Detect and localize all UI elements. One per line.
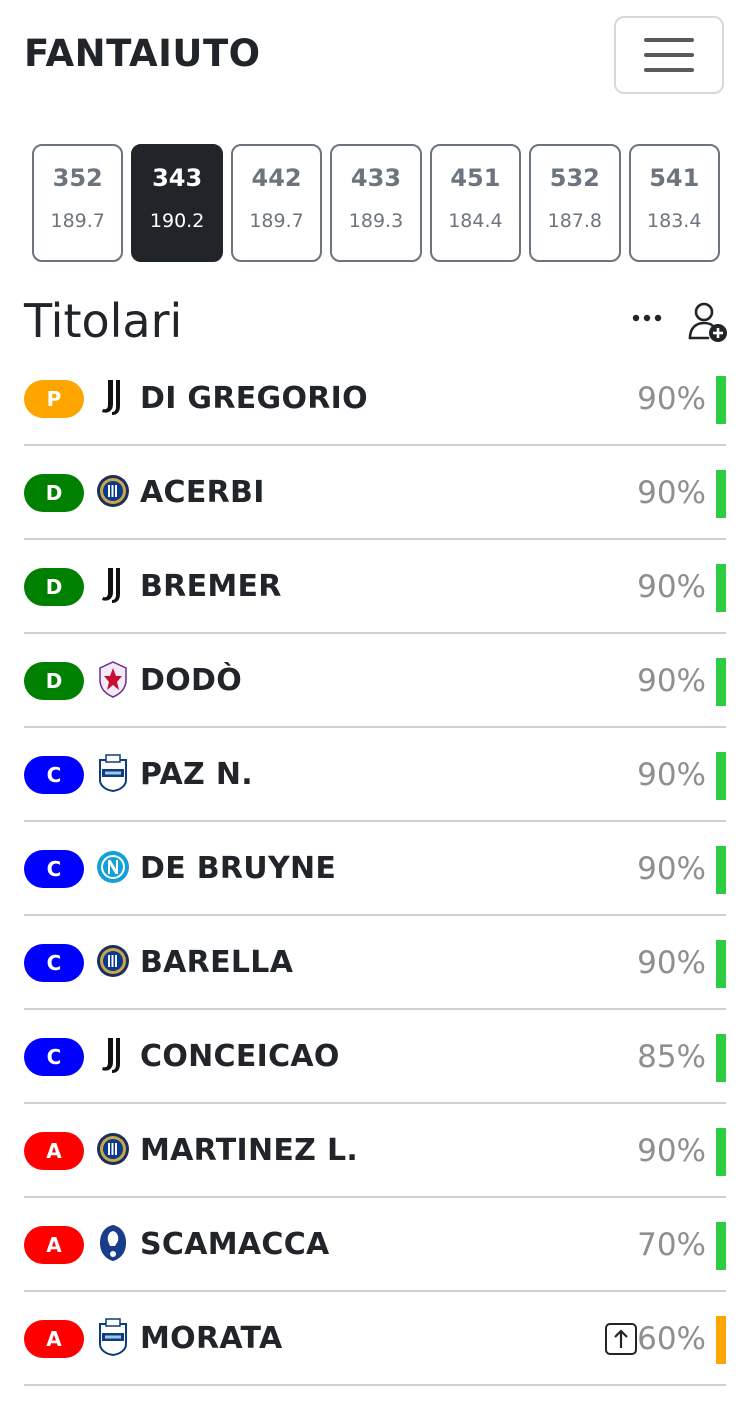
- play-probability: 90%: [637, 757, 706, 793]
- role-badge: C: [24, 756, 84, 794]
- status-indicator: [716, 1128, 726, 1176]
- status-indicator: [716, 658, 726, 706]
- napoli-logo-icon: [96, 848, 130, 886]
- player-row[interactable]: P DI GREGORIO 90%: [24, 352, 726, 446]
- add-player-icon[interactable]: [686, 300, 728, 344]
- play-probability: 90%: [637, 663, 706, 699]
- section-title: Titolari: [24, 294, 183, 348]
- formation-button[interactable]: 532 187.8: [529, 144, 621, 262]
- status-indicator: [716, 1222, 726, 1270]
- player-row[interactable]: A MARTINEZ L. 90%: [24, 1104, 726, 1198]
- player-row[interactable]: C CONCEICAO 85%: [24, 1010, 726, 1104]
- formation-name: 352: [52, 164, 103, 192]
- status-indicator: [716, 376, 726, 424]
- formation-button[interactable]: 352 189.7: [32, 144, 124, 262]
- play-probability: 90%: [637, 381, 706, 417]
- formation-score: 187.8: [547, 210, 603, 232]
- formation-score: 189.3: [348, 210, 404, 232]
- menu-button[interactable]: [614, 16, 724, 94]
- player-name: SCAMACCA: [140, 1227, 330, 1262]
- hamburger-icon: [644, 38, 694, 72]
- formation-button[interactable]: 541 183.4: [628, 144, 720, 262]
- player-name: BREMER: [140, 569, 282, 604]
- formation-name: 541: [649, 164, 700, 192]
- juventus-logo-icon: [96, 566, 130, 604]
- role-badge: P: [24, 380, 84, 418]
- play-probability: 70%: [637, 1227, 706, 1263]
- inter-logo-icon: [96, 472, 130, 510]
- role-badge: C: [24, 944, 84, 982]
- starters-list: P DI GREGORIO 90% D ACERBI 90% D BREMER 90% D DODÒ…: [24, 352, 726, 1386]
- role-badge: A: [24, 1132, 84, 1170]
- player-row[interactable]: C PAZ N. 90%: [24, 728, 726, 822]
- player-name: MARTINEZ L.: [140, 1133, 359, 1168]
- role-badge: D: [24, 568, 84, 606]
- role-badge: C: [24, 850, 84, 888]
- player-name: DI GREGORIO: [140, 381, 368, 416]
- player-name: MORATA: [140, 1321, 283, 1356]
- formation-button[interactable]: 442 189.7: [230, 144, 323, 262]
- inter-logo-icon: [96, 1130, 130, 1168]
- player-name: CONCEICAO: [140, 1039, 340, 1074]
- status-indicator: [716, 846, 726, 894]
- role-badge: A: [24, 1320, 84, 1358]
- more-options-icon[interactable]: [630, 306, 664, 330]
- play-probability: 90%: [637, 851, 706, 887]
- player-row[interactable]: D BREMER 90%: [24, 540, 726, 634]
- status-indicator: [716, 940, 726, 988]
- como-logo-icon: [96, 754, 130, 793]
- play-probability: 60%: [637, 1321, 706, 1357]
- formation-button[interactable]: 433 189.3: [330, 144, 422, 262]
- player-row[interactable]: D DODÒ 90%: [24, 634, 726, 728]
- player-name: DE BRUYNE: [140, 851, 337, 886]
- player-row[interactable]: A SCAMACCA 70%: [24, 1198, 726, 1292]
- fiorentina-logo-icon: [96, 660, 130, 698]
- player-row[interactable]: D ACERBI 90%: [24, 446, 726, 540]
- status-indicator: [716, 1034, 726, 1082]
- play-probability: 90%: [637, 1133, 706, 1169]
- formation-name: 343: [152, 164, 203, 192]
- formation-score: 189.7: [249, 210, 304, 232]
- player-name: BARELLA: [140, 945, 294, 980]
- formation-name: 451: [450, 164, 501, 192]
- play-probability: 90%: [637, 945, 706, 981]
- formation-score: 183.4: [647, 210, 702, 232]
- play-probability: 90%: [637, 475, 706, 511]
- formation-score: 184.4: [448, 210, 503, 232]
- juventus-logo-icon: [96, 1036, 130, 1074]
- play-probability: 90%: [637, 569, 706, 605]
- status-indicator: [716, 564, 726, 612]
- formation-button[interactable]: 343 190.2: [131, 144, 223, 262]
- player-row[interactable]: C DE BRUYNE 90%: [24, 822, 726, 916]
- como-logo-icon: [96, 1318, 130, 1357]
- app-title: FANTAIUTO: [24, 32, 261, 75]
- player-name: PAZ N.: [140, 757, 253, 792]
- role-badge: A: [24, 1226, 84, 1264]
- arrow-up-square-icon[interactable]: [604, 1322, 638, 1356]
- play-probability: 85%: [637, 1039, 706, 1075]
- player-name: DODÒ: [140, 663, 243, 698]
- role-badge: D: [24, 662, 84, 700]
- status-indicator: [716, 752, 726, 800]
- formation-score: 190.2: [149, 210, 205, 232]
- player-name: ACERBI: [140, 475, 265, 510]
- atalanta-logo-icon: [96, 1224, 130, 1262]
- role-badge: C: [24, 1038, 84, 1076]
- juventus-logo-icon: [96, 378, 130, 416]
- inter-logo-icon: [96, 942, 130, 980]
- status-indicator: [716, 470, 726, 518]
- formation-name: 532: [549, 164, 600, 192]
- formation-name: 433: [350, 164, 402, 192]
- player-row[interactable]: C BARELLA 90%: [24, 916, 726, 1010]
- status-indicator: [716, 1316, 726, 1364]
- formation-selector: 352 189.7 343 190.2 442 189.7 433 189.3 …: [32, 144, 720, 262]
- role-badge: D: [24, 474, 84, 512]
- formation-button[interactable]: 451 184.4: [429, 144, 522, 262]
- player-row[interactable]: A MORATA 60%: [24, 1292, 726, 1386]
- formation-name: 442: [251, 164, 302, 192]
- formation-score: 189.7: [50, 210, 105, 232]
